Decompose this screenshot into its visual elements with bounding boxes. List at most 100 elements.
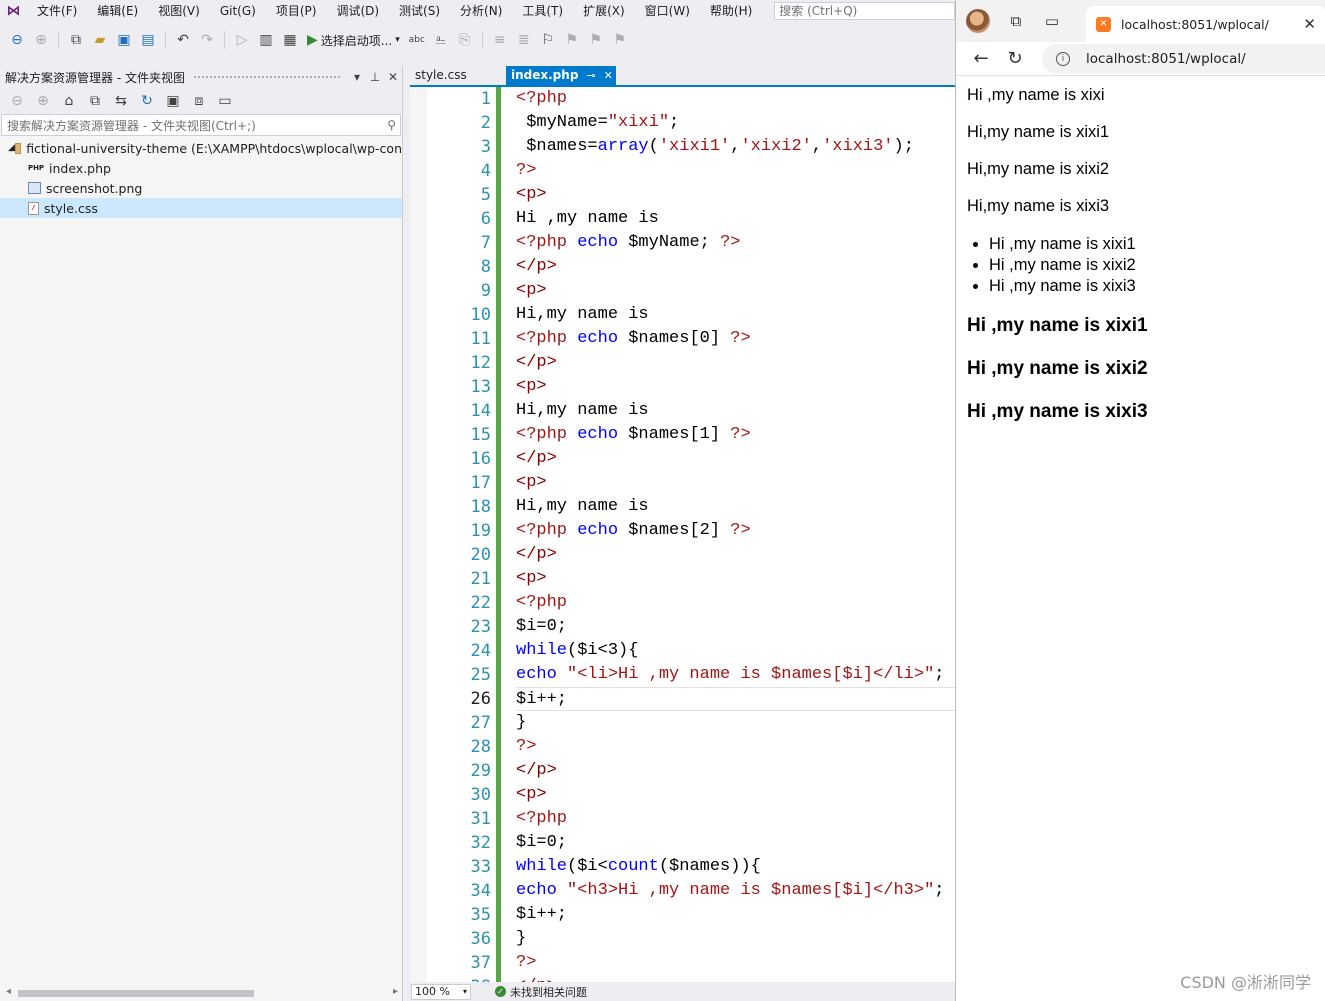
- save-all-icon[interactable]: ▤: [137, 29, 159, 51]
- code-line[interactable]: <?php echo $names[2] ?>: [516, 519, 955, 543]
- clear-bookmarks-icon[interactable]: ⚑: [609, 29, 631, 51]
- switch-views-icon[interactable]: ⧉: [84, 90, 106, 112]
- indent-icon[interactable]: ≡: [489, 29, 511, 51]
- refresh-icon[interactable]: ↻: [136, 90, 158, 112]
- code-line[interactable]: $i=0;: [516, 831, 955, 855]
- step-over-icon[interactable]: ⎘: [454, 29, 476, 51]
- show-all-files-icon[interactable]: ⧈: [188, 90, 210, 112]
- menu-debug[interactable]: 调试(D): [326, 0, 389, 22]
- code-line[interactable]: echo "<li>Hi ,my name is $names[$i]</li>…: [516, 663, 955, 687]
- close-tab-icon[interactable]: ✕: [604, 66, 613, 85]
- code-line[interactable]: Hi,my name is: [516, 495, 955, 519]
- code-line[interactable]: <?php: [516, 807, 955, 831]
- forward-icon[interactable]: ⊕: [32, 90, 54, 112]
- save-icon[interactable]: ▣: [113, 29, 135, 51]
- tree-root-folder[interactable]: ◢ fictional-university-theme (E:\XAMPP\h…: [0, 138, 402, 158]
- tree-item-index-php[interactable]: PHP index.php: [0, 158, 402, 178]
- menu-tools[interactable]: 工具(T): [512, 0, 573, 22]
- menu-git[interactable]: Git(G): [210, 0, 266, 22]
- code-line[interactable]: <p>: [516, 279, 955, 303]
- code-line[interactable]: echo "<h3>Hi ,my name is $names[$i]</h3>…: [516, 879, 955, 903]
- code-line[interactable]: </p>: [516, 255, 955, 279]
- reload-icon[interactable]: ↻: [1000, 44, 1030, 74]
- code-line[interactable]: </p>: [516, 351, 955, 375]
- menu-view[interactable]: 视图(V): [148, 0, 210, 22]
- prev-bookmark-icon[interactable]: ⚑: [561, 29, 583, 51]
- workspaces-icon[interactable]: ⧉: [1006, 11, 1026, 31]
- menu-analyze[interactable]: 分析(N): [450, 0, 512, 22]
- bookmark-icon[interactable]: ⚐: [537, 29, 559, 51]
- code-line[interactable]: $myName="xixi";: [516, 111, 955, 135]
- code-line[interactable]: }: [516, 711, 955, 735]
- code-line[interactable]: $i++;: [516, 903, 955, 927]
- code-line[interactable]: </p>: [516, 543, 955, 567]
- step-icon[interactable]: ⎁: [430, 29, 452, 51]
- zoom-select[interactable]: 100 % ▾: [411, 983, 471, 1000]
- solution-search-input[interactable]: 搜索解决方案资源管理器 - 文件夹视图(Ctrl+;) ⚲: [1, 114, 401, 136]
- run-gray-icon[interactable]: ▷: [231, 29, 253, 51]
- dropdown-icon[interactable]: ▾: [348, 70, 366, 84]
- code-area[interactable]: 1 2 3 4 5 6 7 8 9 10 11 12 13 14 15 16 17 18 19 20 21 22 23 24 2…: [410, 87, 955, 982]
- sync-icon[interactable]: ⇆: [110, 90, 132, 112]
- code-line[interactable]: <?php echo $names[1] ?>: [516, 423, 955, 447]
- start-button[interactable]: ▶ 选择启动项... ▾: [303, 32, 404, 49]
- tree-item-style-css[interactable]: ⁄ style.css: [0, 198, 402, 218]
- global-search-input[interactable]: 搜索 (Ctrl+Q): [774, 2, 955, 20]
- scrollbar-thumb[interactable]: [18, 990, 254, 997]
- code-line[interactable]: <?php: [516, 591, 955, 615]
- code-line[interactable]: <p>: [516, 783, 955, 807]
- info-icon[interactable]: i: [1056, 51, 1070, 66]
- browser-tab[interactable]: ✕ localhost:8051/wplocal/ ✕: [1086, 6, 1325, 42]
- code-line[interactable]: $i=0;: [516, 615, 955, 639]
- new-item-icon[interactable]: ⧉: [65, 29, 87, 51]
- menu-help[interactable]: 帮助(H): [700, 0, 762, 22]
- open-folder-icon[interactable]: ▰: [89, 29, 111, 51]
- code-line[interactable]: <?php: [516, 87, 955, 111]
- code-line[interactable]: </p>: [516, 759, 955, 783]
- code-line[interactable]: ?>: [516, 159, 955, 183]
- code-line[interactable]: ?>: [516, 735, 955, 759]
- code-line[interactable]: <?php echo $names[0] ?>: [516, 327, 955, 351]
- issues-indicator[interactable]: ✓ 未找到相关问题: [495, 984, 587, 1000]
- code-line[interactable]: $names=array('xixi1','xixi2','xixi3');: [516, 135, 955, 159]
- home-icon[interactable]: ⌂: [58, 90, 80, 112]
- close-tab-icon[interactable]: ✕: [1303, 15, 1316, 33]
- code-line[interactable]: </p>: [516, 975, 955, 982]
- code-line[interactable]: <p>: [516, 375, 955, 399]
- menu-test[interactable]: 测试(S): [389, 0, 450, 22]
- next-bookmark-icon[interactable]: ⚑: [585, 29, 607, 51]
- back-arrow-icon[interactable]: ←: [966, 44, 996, 74]
- code-line[interactable]: Hi,my name is: [516, 399, 955, 423]
- close-icon[interactable]: ✕: [384, 70, 402, 84]
- tab-style-css[interactable]: style.css: [410, 66, 506, 85]
- undo-icon[interactable]: ↶: [172, 29, 194, 51]
- redo-icon[interactable]: ↷: [196, 29, 218, 51]
- expand-arrow-icon[interactable]: ◢: [8, 143, 15, 153]
- properties-icon[interactable]: ▭: [214, 90, 236, 112]
- tab-index-php[interactable]: index.php ⊸ ✕: [506, 66, 616, 85]
- code-line[interactable]: <p>: [516, 183, 955, 207]
- code-line[interactable]: <p>: [516, 567, 955, 591]
- browse-icon[interactable]: ▥: [255, 29, 277, 51]
- horizontal-scrollbar[interactable]: ◂ ▸: [6, 986, 398, 997]
- spellcheck-icon[interactable]: abc: [406, 29, 428, 51]
- code-line[interactable]: }: [516, 927, 955, 951]
- back-icon[interactable]: ⊖: [6, 29, 28, 51]
- tab-actions-icon[interactable]: ▭: [1042, 11, 1062, 31]
- code-line[interactable]: <?php echo $myName; ?>: [516, 231, 955, 255]
- code-line[interactable]: <p>: [516, 471, 955, 495]
- profile-avatar[interactable]: [966, 9, 990, 33]
- menu-window[interactable]: 窗口(W): [635, 0, 700, 22]
- scroll-right-icon[interactable]: ▸: [393, 986, 398, 997]
- forward-icon[interactable]: ⊕: [30, 29, 52, 51]
- code-line[interactable]: Hi,my name is: [516, 303, 955, 327]
- url-input[interactable]: i localhost:8051/wplocal/: [1042, 43, 1325, 74]
- menu-extensions[interactable]: 扩展(X): [573, 0, 635, 22]
- scroll-left-icon[interactable]: ◂: [6, 986, 11, 997]
- outdent-icon[interactable]: ≣: [513, 29, 535, 51]
- pin-icon[interactable]: ⊥: [366, 70, 384, 84]
- code-line[interactable]: </p>: [516, 447, 955, 471]
- menu-project[interactable]: 项目(P): [266, 0, 327, 22]
- window-icon[interactable]: ▦: [279, 29, 301, 51]
- menu-edit[interactable]: 编辑(E): [87, 0, 148, 22]
